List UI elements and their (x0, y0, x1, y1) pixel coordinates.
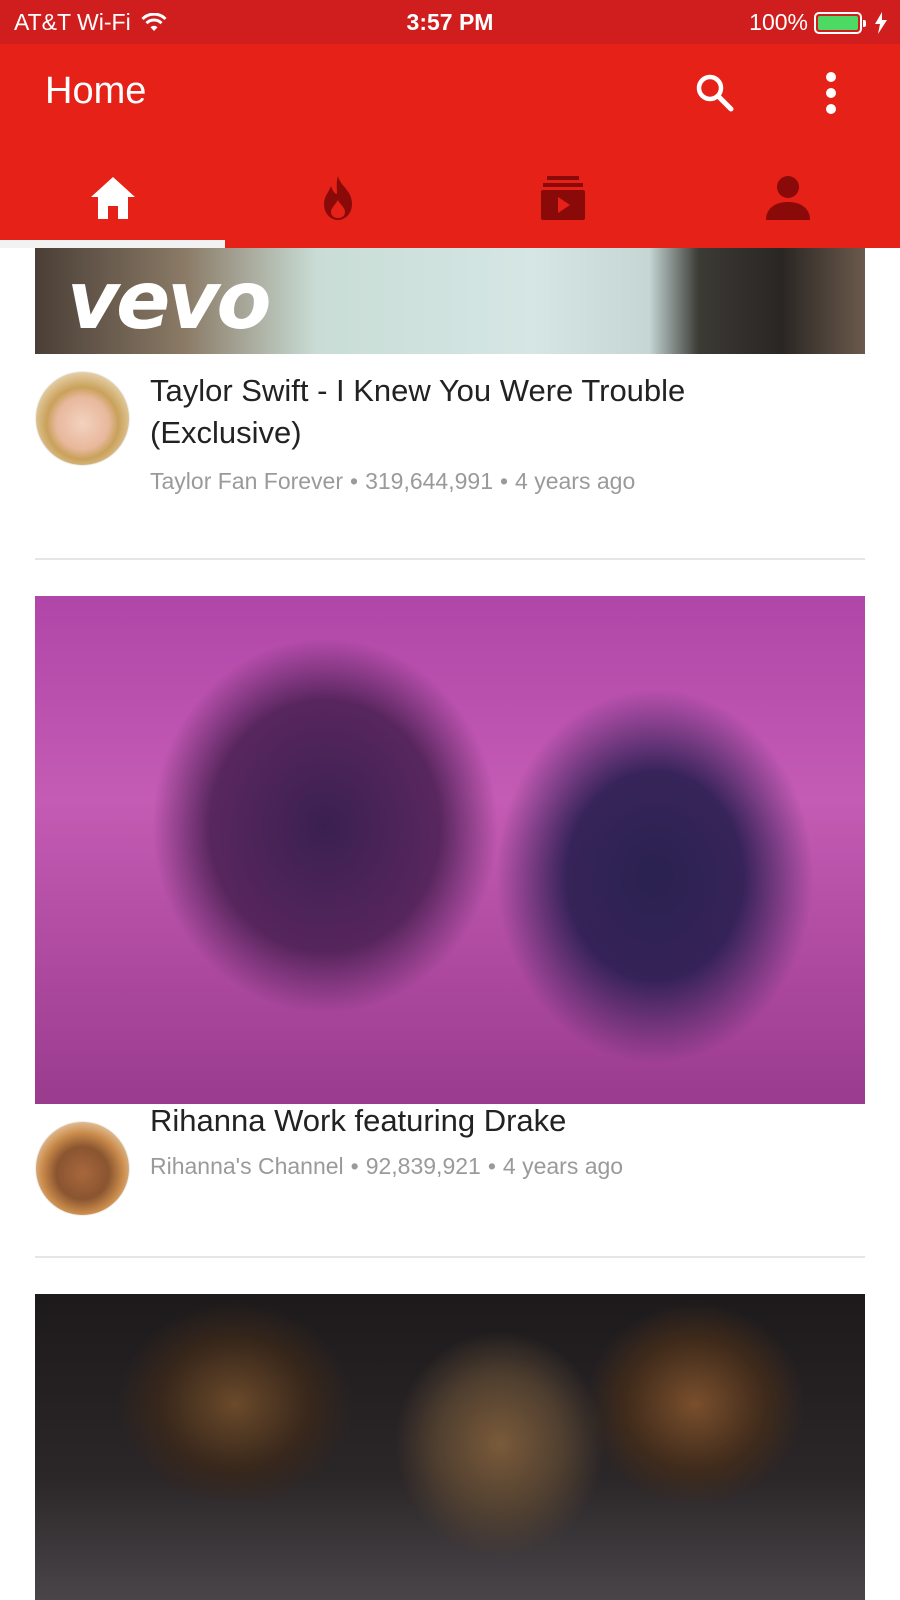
person-icon (765, 176, 810, 220)
selected-tab-indicator (0, 240, 225, 248)
video-thumbnail[interactable]: vevo (35, 248, 865, 354)
divider (35, 558, 865, 560)
meta-separator: • (487, 1153, 496, 1179)
page-title: Home (45, 70, 147, 112)
upload-age: 4 years ago (515, 468, 636, 494)
more-options-button[interactable] (806, 68, 856, 118)
channel-name[interactable]: Taylor Fan Forever (150, 468, 343, 494)
meta-separator: • (350, 468, 359, 494)
charging-bolt-icon (875, 11, 887, 34)
video-meta: Rihanna's Channel • 92,839,921 • 4 years ago (150, 1153, 623, 1180)
tab-trending[interactable] (225, 148, 450, 248)
flame-icon (323, 176, 352, 220)
divider (35, 1256, 865, 1258)
more-vert-icon (826, 72, 836, 114)
search-icon (696, 74, 734, 112)
tab-subscriptions[interactable] (450, 148, 675, 248)
tab-home[interactable] (0, 148, 225, 248)
vevo-logo: vevo (67, 254, 272, 347)
subscriptions-icon (540, 176, 585, 220)
channel-avatar[interactable] (35, 371, 130, 466)
battery-fill (818, 15, 858, 30)
video-thumbnail[interactable] (35, 1294, 865, 1600)
video-title[interactable]: Taylor Swift - I Knew You Were Trouble (… (150, 370, 830, 454)
video-thumbnail[interactable] (35, 596, 865, 1104)
tab-bar (0, 148, 900, 248)
battery-icon (814, 11, 866, 34)
video-feed[interactable]: vevo Taylor Swift - I Knew You Were Trou… (0, 248, 900, 1600)
battery-percent: 100% (749, 9, 808, 35)
channel-avatar[interactable] (35, 1121, 130, 1216)
video-title[interactable]: Rihanna Work featuring Drake (150, 1100, 830, 1142)
app-bar: Home (0, 44, 900, 148)
meta-separator: • (350, 1153, 359, 1179)
status-right: 100% (749, 9, 888, 36)
status-bar: AT&T Wi-Fi 3:57 PM 100% (0, 0, 900, 44)
tab-account[interactable] (675, 148, 900, 248)
channel-name[interactable]: Rihanna's Channel (150, 1153, 344, 1179)
home-icon (90, 177, 135, 219)
meta-separator: • (499, 468, 509, 494)
upload-age: 4 years ago (502, 1153, 624, 1179)
view-count: 319,644,991 (365, 468, 493, 494)
video-meta: Taylor Fan Forever • 319,644,991 • 4 years a… (150, 468, 635, 495)
search-button[interactable] (690, 68, 740, 118)
view-count: 92,839,921 (365, 1153, 481, 1179)
